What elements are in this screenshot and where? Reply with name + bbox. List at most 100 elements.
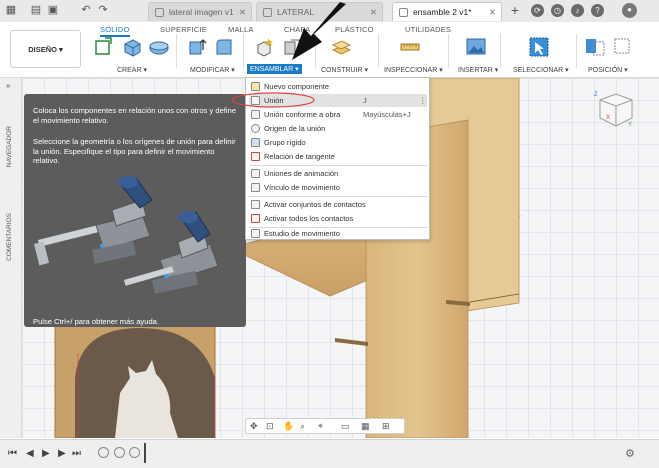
extensions-icon[interactable]: ⟳ bbox=[531, 4, 544, 17]
tab-label: ensamble 2 v1* bbox=[413, 7, 472, 17]
undo-icon[interactable]: ↶ bbox=[80, 4, 92, 16]
timeline-feature-icon[interactable] bbox=[129, 447, 140, 458]
pan-icon[interactable]: ✋ bbox=[283, 421, 294, 432]
contact-sets-icon bbox=[251, 200, 260, 209]
look-at-icon[interactable]: ⊡ bbox=[266, 421, 274, 432]
menu-item-as-built-joint[interactable]: Unión conforme a obra Mayúsculas+J bbox=[249, 108, 427, 121]
select-icon[interactable] bbox=[528, 36, 550, 58]
save-icon[interactable]: ▣ bbox=[47, 4, 59, 16]
close-icon[interactable]: ✕ bbox=[489, 3, 496, 22]
toolbar-divider bbox=[576, 34, 577, 68]
joint-origin-icon bbox=[251, 124, 260, 133]
joint-illustration bbox=[34, 176, 219, 294]
toolbar-divider bbox=[176, 34, 177, 68]
tangent-relation-icon bbox=[251, 152, 260, 161]
viewports-icon[interactable]: ⊞ bbox=[382, 421, 390, 432]
revolve-icon[interactable] bbox=[148, 36, 170, 58]
insert-image-icon[interactable] bbox=[465, 36, 487, 58]
expand-panel-icon[interactable]: » bbox=[6, 81, 10, 90]
toolbar-divider bbox=[448, 34, 449, 68]
extrude-icon[interactable] bbox=[121, 36, 143, 58]
grid-settings-icon[interactable]: ▦ bbox=[361, 421, 370, 432]
notifications-icon[interactable]: ♪ bbox=[571, 4, 584, 17]
menu-item-tangent-relation[interactable]: Relación de tangente bbox=[249, 150, 427, 163]
measure-icon[interactable] bbox=[399, 36, 421, 58]
tooltip-help-hint: Pulse Ctrl+/ para obtener más ayuda. bbox=[33, 317, 159, 326]
close-icon[interactable]: ✕ bbox=[370, 3, 377, 22]
zoom-icon[interactable]: ⌕ bbox=[300, 421, 305, 432]
job-status-icon[interactable]: ◷ bbox=[551, 4, 564, 17]
timeline-feature-icon[interactable] bbox=[114, 447, 125, 458]
browser-sidebar: » NAVEGADOR COMENTARIOS bbox=[0, 78, 22, 438]
group-insertar-label[interactable]: INSERTAR ▾ bbox=[458, 66, 498, 74]
ensamblar-dropdown-menu: Nuevo componente Unión J ⋮ Unión conform… bbox=[231, 77, 430, 240]
tab-lateral-imagen[interactable]: lateral imagen v1 ✕ bbox=[148, 2, 252, 21]
shortcut-label: Mayúsculas+J bbox=[363, 110, 411, 119]
timeline-settings-icon[interactable]: ⚙ bbox=[625, 447, 635, 460]
group-construir-label[interactable]: CONSTRUIR ▾ bbox=[321, 66, 368, 74]
menu-item-enable-contact-sets[interactable]: Activar conjuntos de contactos bbox=[249, 198, 427, 211]
new-component-icon[interactable] bbox=[253, 36, 275, 58]
component-icon bbox=[155, 8, 164, 17]
menu-item-motion-link[interactable]: Vínculo de movimiento bbox=[249, 181, 427, 194]
tab-label: lateral imagen v1 bbox=[169, 7, 234, 17]
highlight-ellipse bbox=[231, 92, 315, 108]
timeline-marker[interactable] bbox=[144, 443, 146, 463]
comments-panel-tab[interactable]: COMENTARIOS bbox=[6, 213, 13, 261]
redo-icon[interactable]: ↷ bbox=[97, 4, 109, 16]
group-modificar-label[interactable]: MODIFICAR ▾ bbox=[190, 66, 235, 74]
timeline-bar: ⏮ ◀ ▶ ▶ ⏭ ⚙ bbox=[0, 439, 659, 468]
navigation-bar: ✥ ⊡ ✋ ⌕ ⌖ ▭ ▦ ⊞ bbox=[245, 418, 405, 434]
group-posicion-label[interactable]: POSICIÓN ▾ bbox=[588, 66, 628, 74]
help-icon[interactable]: ? bbox=[591, 4, 604, 17]
toolbar-divider bbox=[243, 34, 244, 68]
play-icon[interactable]: ▶ bbox=[42, 448, 50, 459]
navigator-panel-tab[interactable]: NAVEGADOR bbox=[6, 126, 13, 167]
group-seleccionar-label[interactable]: SELECCIONAR ▾ bbox=[513, 66, 569, 74]
go-to-end-icon[interactable]: ⏭ bbox=[72, 448, 81, 459]
go-to-start-icon[interactable]: ⏮ bbox=[8, 448, 17, 459]
tab-ensamble[interactable]: ensamble 2 v1* ✕ bbox=[392, 2, 502, 21]
capture-position-icon[interactable] bbox=[584, 36, 606, 58]
new-sketch-icon[interactable] bbox=[93, 36, 115, 58]
display-settings-icon[interactable]: ▭ bbox=[341, 421, 350, 432]
menu-item-enable-all-contact[interactable]: Activar todos los contactos bbox=[249, 212, 427, 225]
shortcut-label: J bbox=[363, 96, 367, 105]
file-icon[interactable]: ▤ bbox=[30, 4, 42, 16]
fit-icon[interactable]: ⌖ bbox=[318, 421, 323, 432]
menu-item-drive-joints[interactable]: Uniones de animación bbox=[249, 167, 427, 180]
user-avatar[interactable]: ● bbox=[622, 3, 637, 18]
menu-divider bbox=[249, 196, 427, 197]
press-pull-icon[interactable] bbox=[186, 36, 208, 58]
tab-superficie[interactable]: SUPERFICIE bbox=[160, 25, 207, 34]
group-crear-label[interactable]: CREAR ▾ bbox=[117, 66, 147, 74]
menu-item-motion-study[interactable]: Estudio de movimiento bbox=[249, 227, 427, 240]
group-inspeccionar-label[interactable]: INSPECCIONAR ▾ bbox=[384, 66, 443, 74]
timeline-feature-icon[interactable] bbox=[98, 447, 109, 458]
motion-study-icon bbox=[251, 229, 260, 238]
tab-malla[interactable]: MALLA bbox=[228, 25, 254, 34]
menu-item-rigid-group[interactable]: Grupo rígido bbox=[249, 136, 427, 149]
step-back-icon[interactable]: ◀ bbox=[26, 448, 34, 459]
toolbar-divider bbox=[500, 34, 501, 68]
axis-z-label: Z bbox=[594, 92, 598, 98]
view-cube[interactable]: Z X Y bbox=[590, 84, 640, 134]
revert-position-icon[interactable] bbox=[612, 36, 634, 58]
menu-item-joint-origin[interactable]: Origen de la unión bbox=[249, 122, 427, 135]
as-built-joint-icon bbox=[251, 110, 260, 119]
fillet-icon[interactable] bbox=[213, 36, 235, 58]
close-icon[interactable]: ✕ bbox=[239, 3, 246, 22]
rigid-group-icon bbox=[251, 138, 260, 147]
tooltip-instruction: Seleccione la geometría o los orígenes d… bbox=[33, 137, 236, 165]
tab-utilidades[interactable]: UTILIDADES bbox=[405, 25, 451, 34]
orbit-icon[interactable]: ✥ bbox=[250, 421, 258, 432]
app-grid-icon[interactable]: ▦ bbox=[5, 4, 17, 16]
tooltip-description: Coloca los componentes en relación unos … bbox=[33, 106, 237, 125]
new-tab-icon[interactable]: + bbox=[509, 3, 521, 17]
component-icon bbox=[399, 8, 408, 17]
annotation-arrow bbox=[292, 2, 346, 60]
group-ensamblar-label[interactable]: ENSAMBLAR ▾ bbox=[247, 64, 302, 74]
step-forward-icon[interactable]: ▶ bbox=[58, 448, 66, 459]
more-options-icon[interactable]: ⋮ bbox=[419, 94, 427, 107]
workspace-switcher-button[interactable]: DISEÑO ▾ bbox=[10, 30, 81, 68]
